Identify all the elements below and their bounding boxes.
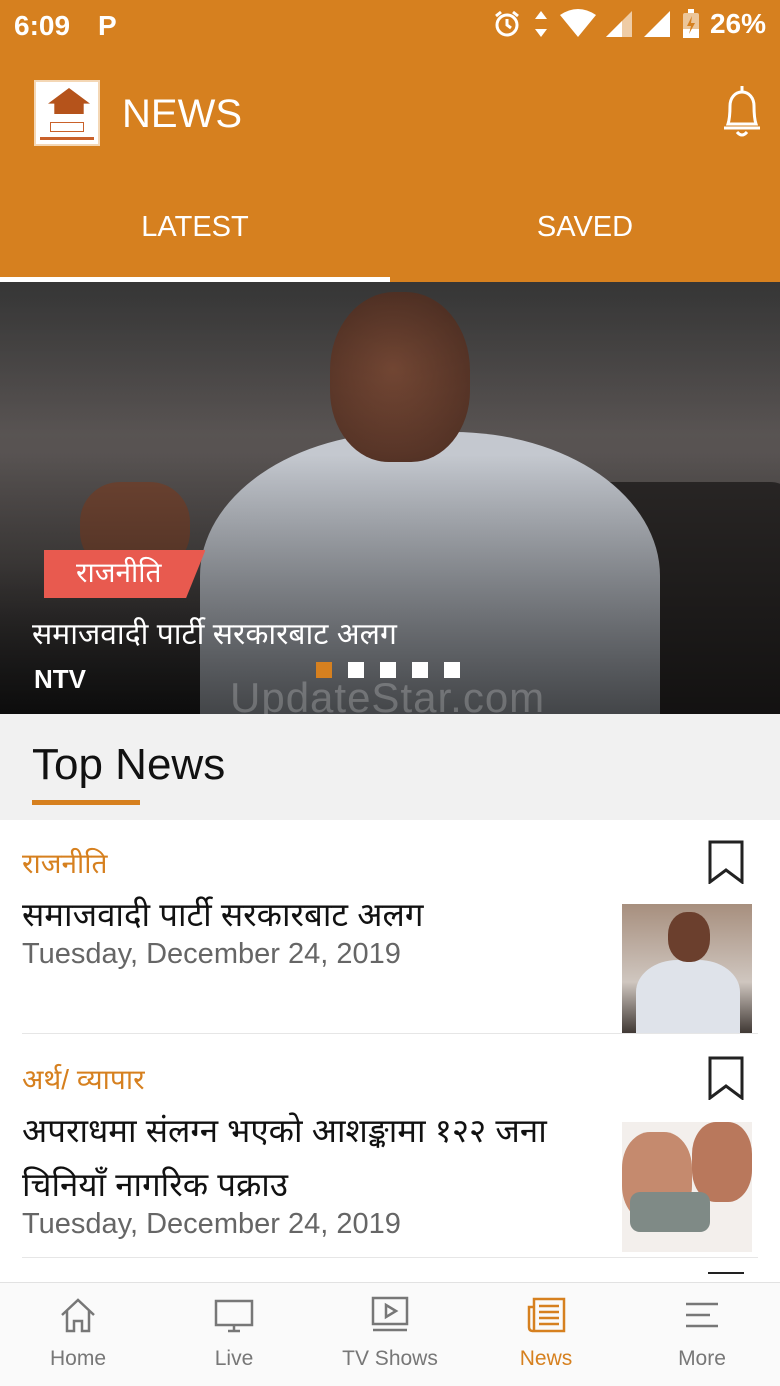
- newspaper-icon: [527, 1297, 566, 1333]
- bookmark-icon[interactable]: [708, 840, 744, 884]
- bell-icon[interactable]: [720, 84, 764, 140]
- news-thumbnail[interactable]: [622, 1122, 752, 1252]
- bookmark-icon[interactable]: [708, 1056, 744, 1100]
- tab-saved[interactable]: SAVED: [390, 174, 780, 282]
- page-title: NEWS: [122, 92, 242, 136]
- nav-live[interactable]: Live: [156, 1283, 312, 1386]
- nav-home[interactable]: Home: [0, 1283, 156, 1386]
- nav-news[interactable]: News: [468, 1283, 624, 1386]
- divider: [22, 1257, 758, 1258]
- tab-latest[interactable]: LATEST: [0, 174, 390, 282]
- battery-charging-icon: [682, 9, 699, 38]
- nav-label: Home: [49, 1347, 107, 1370]
- app-bar: NEWS: [0, 54, 780, 174]
- section-heading: Top News: [32, 740, 226, 789]
- p-app-icon: P: [98, 10, 117, 41]
- news-category[interactable]: अर्थ/ व्यापार: [22, 1060, 145, 1098]
- section-underline: [32, 800, 140, 805]
- nav-label: More: [678, 1347, 726, 1370]
- nav-label: TV Shows: [342, 1347, 438, 1370]
- tab-bar: LATEST SAVED: [0, 174, 780, 282]
- bottom-nav: Home Live TV Shows News More: [0, 1282, 780, 1386]
- hero-source: NTV: [34, 664, 86, 694]
- nepal-television-logo[interactable]: [34, 80, 100, 146]
- news-title[interactable]: अपराधमा संलग्न भएको आशङ्कामा १२२ जना चिन…: [22, 1104, 612, 1212]
- news-category[interactable]: राजनीति: [22, 844, 107, 882]
- nav-label: Live: [214, 1347, 254, 1370]
- hero-category-tag[interactable]: राजनीति: [44, 550, 206, 598]
- signal-icon: [605, 11, 632, 37]
- news-date: Tuesday, December 24, 2019: [22, 938, 401, 970]
- news-item[interactable]: राजनीति समाजवादी पार्टी सरकारबाट अलग Tue…: [0, 820, 780, 1034]
- divider: [22, 1033, 758, 1034]
- wifi-icon: [559, 9, 596, 37]
- nav-more[interactable]: More: [624, 1283, 780, 1386]
- hero-headline[interactable]: समाजवादी पार्टी सरकारबाट अलग: [32, 612, 397, 653]
- top-news-header: Top News: [0, 714, 780, 820]
- nav-label: News: [519, 1347, 573, 1370]
- menu-lines-icon: [686, 1302, 718, 1328]
- news-item[interactable]: अर्थ/ व्यापार अपराधमा संलग्न भएको आशङ्का…: [0, 1036, 780, 1258]
- news-date: Tuesday, December 24, 2019: [22, 1208, 401, 1240]
- watermark: UpdateStar.com: [230, 674, 546, 714]
- news-screen: 6:09 P 26% NEWS LATEST SAVED राजनीति समा…: [0, 0, 780, 1386]
- play-screen-icon: [371, 1296, 409, 1332]
- alarm-icon: [495, 10, 519, 37]
- hero-carousel[interactable]: राजनीति समाजवादी पार्टी सरकारबाट अलग NTV…: [0, 282, 780, 714]
- nav-tv-shows[interactable]: TV Shows: [312, 1283, 468, 1386]
- news-thumbnail[interactable]: [622, 904, 752, 1034]
- battery-percent: 26%: [709, 8, 766, 39]
- status-time: 6:09: [14, 10, 71, 41]
- home-icon: [61, 1298, 95, 1333]
- signal-icon: [643, 11, 670, 37]
- bookmark-icon[interactable]: [708, 1272, 744, 1276]
- status-bar: 6:09 P 26%: [0, 0, 780, 54]
- monitor-icon: [214, 1299, 254, 1333]
- status-icons: 26%: [492, 8, 766, 40]
- data-arrows-icon: [534, 11, 547, 37]
- news-title[interactable]: समाजवादी पार्टी सरकारबाट अलग: [22, 888, 612, 942]
